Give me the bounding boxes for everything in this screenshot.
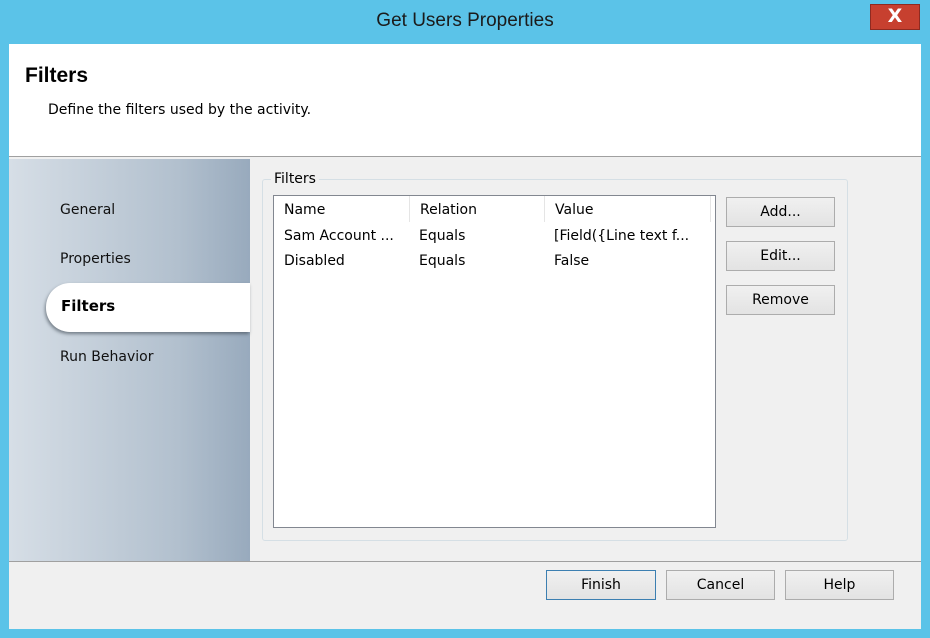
column-header-value[interactable]: Value (545, 196, 711, 222)
sidebar-item-general[interactable]: General (60, 202, 115, 218)
footer-divider (9, 561, 921, 562)
row-value-cell: [Field({Line text f... (554, 228, 690, 244)
add-button[interactable]: Add... (726, 197, 835, 227)
edit-button[interactable]: Edit... (726, 241, 835, 271)
filters-list[interactable]: Name Relation Value Sam Account ... Equa… (273, 195, 716, 528)
cancel-button[interactable]: Cancel (666, 570, 775, 600)
sidebar-item-label: Filters (61, 297, 116, 315)
row-relation-cell: Equals (419, 228, 466, 244)
row-name-cell: Sam Account ... (284, 228, 394, 244)
close-icon: X (887, 5, 903, 27)
dialog-window: Get Users Properties X Filters Define th… (0, 0, 930, 638)
window-title: Get Users Properties (376, 10, 554, 31)
dialog-client: Filters Define the filters used by the a… (9, 44, 921, 629)
column-header-relation[interactable]: Relation (410, 196, 545, 222)
page-header: Filters Define the filters used by the a… (9, 44, 921, 157)
column-header-name[interactable]: Name (274, 196, 410, 222)
close-button[interactable]: X (870, 4, 920, 30)
page-title: Filters (25, 64, 89, 87)
remove-button[interactable]: Remove (726, 285, 835, 315)
row-name-cell: Disabled (284, 253, 345, 269)
page-description: Define the filters used by the activity. (48, 102, 312, 118)
filters-group-label: Filters (271, 171, 319, 187)
finish-button[interactable]: Finish (546, 570, 656, 600)
row-relation-cell: Equals (419, 253, 466, 269)
title-bar[interactable]: Get Users Properties X (0, 0, 930, 44)
sidebar-item-run-behavior[interactable]: Run Behavior (60, 349, 153, 365)
sidebar-item-properties[interactable]: Properties (60, 251, 131, 267)
help-button[interactable]: Help (785, 570, 894, 600)
row-value-cell: False (554, 253, 590, 269)
sidebar: General Properties Filters Run Behavior (9, 159, 250, 561)
sidebar-item-filters[interactable]: Filters (46, 283, 250, 332)
